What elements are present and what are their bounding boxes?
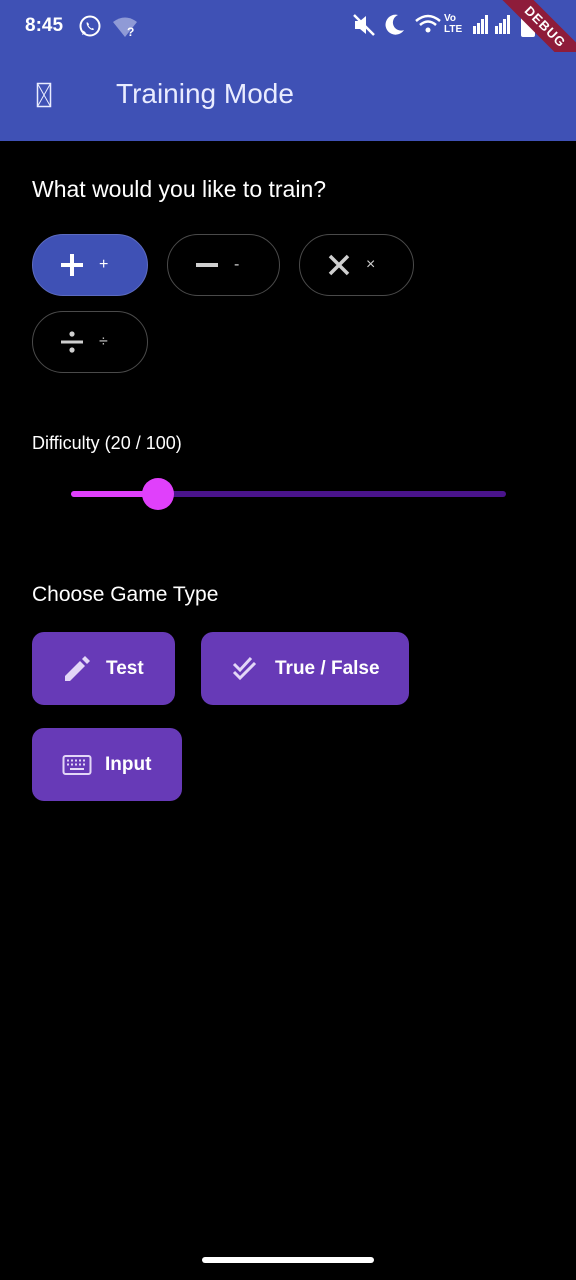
difficulty-slider-thumb[interactable]	[142, 478, 174, 510]
true-false-button[interactable]: True / False	[201, 632, 409, 705]
test-button[interactable]: Test	[32, 632, 175, 705]
signal-icon	[495, 15, 510, 34]
multiply-icon	[328, 254, 350, 276]
wifi-question-icon: ?	[113, 17, 137, 38]
game-type-heading: Choose Game Type	[32, 583, 219, 606]
chip-multiplication[interactable]: ×	[299, 234, 414, 296]
input-button[interactable]: Input	[32, 728, 182, 801]
home-indicator[interactable]	[202, 1257, 374, 1263]
test-button-label: Test	[106, 658, 144, 679]
train-heading: What would you like to train?	[32, 176, 327, 202]
true-false-button-label: True / False	[275, 658, 380, 679]
status-time: 8:45	[25, 15, 64, 36]
missing-glyph-icon[interactable]	[36, 82, 52, 108]
volte-icon: Vo LTE	[444, 13, 463, 35]
status-bar: 8:45 ? Vo LTE DEBUG	[0, 0, 576, 81]
double-check-icon	[232, 656, 257, 681]
chip-label: -	[234, 256, 240, 273]
chip-label: ÷	[99, 333, 108, 350]
app-bar: Training Mode	[0, 52, 576, 141]
minus-icon	[196, 263, 218, 267]
chip-addition[interactable]: +	[32, 234, 148, 296]
keyboard-icon	[62, 755, 92, 775]
chip-label: +	[99, 256, 109, 273]
wifi-icon	[415, 14, 441, 33]
whatsapp-icon	[79, 15, 101, 37]
mute-icon	[353, 14, 375, 36]
chip-division[interactable]: ÷	[32, 311, 148, 373]
chip-label: ×	[366, 256, 376, 273]
difficulty-label: Difficulty (20 / 100)	[32, 433, 182, 453]
input-button-label: Input	[105, 754, 152, 775]
pencil-icon	[65, 656, 90, 681]
signal-icon	[473, 15, 488, 34]
page-title: Training Mode	[116, 78, 294, 109]
svg-text:?: ?	[127, 25, 134, 38]
moon-icon	[385, 14, 404, 35]
divide-icon	[61, 331, 83, 353]
chip-subtraction[interactable]: -	[167, 234, 280, 296]
plus-icon	[61, 254, 83, 276]
